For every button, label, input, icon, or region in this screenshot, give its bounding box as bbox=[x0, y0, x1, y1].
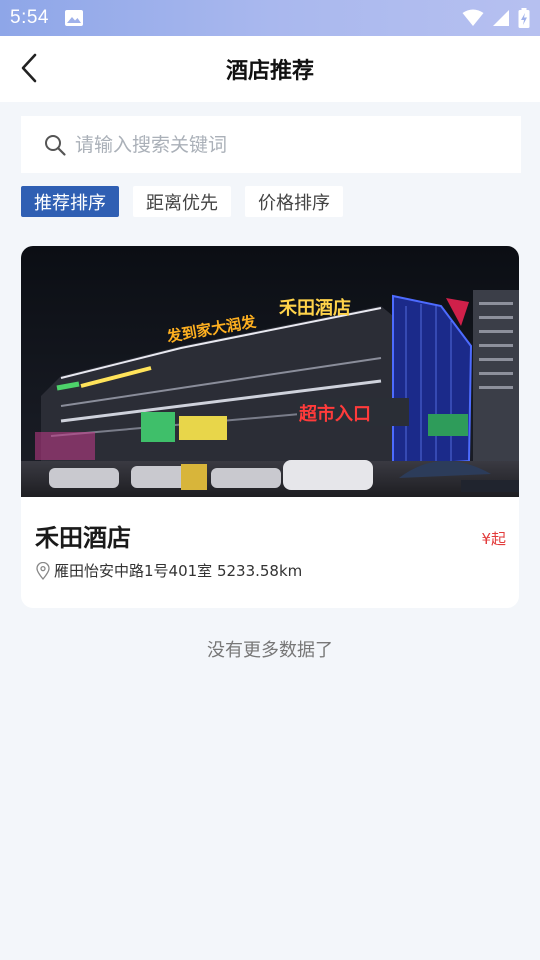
search-icon bbox=[45, 134, 66, 156]
sign-entrance: 超市入口 bbox=[299, 403, 371, 425]
battery-charging-icon bbox=[518, 8, 530, 28]
hotel-name: 禾田酒店 bbox=[35, 524, 131, 552]
page-title: 酒店推荐 bbox=[225, 59, 314, 84]
search-input[interactable] bbox=[75, 133, 475, 156]
hotel-price: ¥起 bbox=[481, 530, 506, 548]
back-button[interactable] bbox=[12, 50, 48, 86]
image-icon bbox=[64, 10, 83, 26]
hotel-card[interactable]: 禾田酒店 发到家大润发 超市入口 禾田酒店 ¥起 雁田怡安中路1号401室 52… bbox=[21, 246, 519, 608]
nav-bar: 酒店推荐 bbox=[0, 36, 540, 102]
status-time: 5:54 bbox=[10, 7, 49, 28]
search-bar[interactable] bbox=[21, 116, 521, 173]
tab-distance-first[interactable]: 距离优先 bbox=[133, 186, 231, 217]
signal-icon bbox=[493, 10, 509, 26]
tab-price-sort[interactable]: 价格排序 bbox=[245, 186, 343, 217]
status-icons bbox=[462, 8, 530, 28]
sign-main: 禾田酒店 bbox=[279, 297, 351, 319]
hotel-address-row: 雁田怡安中路1号401室 5233.58km bbox=[35, 560, 302, 581]
sort-tabs: 推荐排序 距离优先 价格排序 bbox=[21, 186, 343, 217]
location-pin-icon bbox=[36, 561, 50, 580]
hotel-photo: 禾田酒店 发到家大润发 超市入口 bbox=[21, 246, 519, 497]
chevron-left-icon bbox=[21, 53, 37, 83]
no-more-data-text: 没有更多数据了 bbox=[207, 640, 333, 661]
hotel-address: 雁田怡安中路1号401室 5233.58km bbox=[54, 562, 303, 580]
status-bar: 5:54 bbox=[0, 0, 540, 36]
tab-recommended-sort[interactable]: 推荐排序 bbox=[21, 186, 119, 217]
wifi-icon bbox=[462, 9, 484, 26]
